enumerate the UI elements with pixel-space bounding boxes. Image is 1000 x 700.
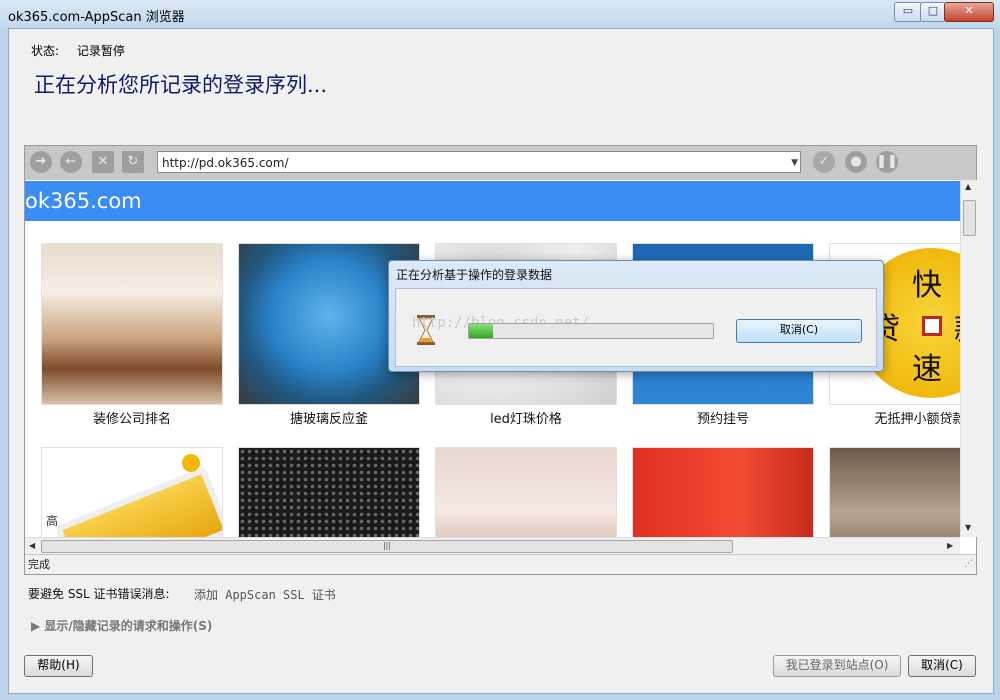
- cancel-button[interactable]: 取消(C): [908, 655, 976, 677]
- add-ssl-cert-link[interactable]: 添加 AppScan SSL 证书: [194, 586, 336, 603]
- help-button[interactable]: 帮助(H): [24, 655, 93, 677]
- chip-image: 高: [41, 447, 223, 537]
- ssl-hint-label: 要避免 SSL 证书错误消息:: [28, 587, 170, 601]
- scroll-left-icon[interactable]: ◀: [29, 541, 35, 550]
- tile-caption: 预约挂号: [696, 412, 749, 427]
- tile-caption: 搪玻璃反应釜: [289, 412, 368, 427]
- login-check-icon[interactable]: ✓: [813, 151, 835, 173]
- tile-renovation[interactable]: 装修公司排名: [41, 243, 223, 427]
- close-button[interactable]: ✕: [944, 2, 994, 22]
- vertical-scroll-thumb[interactable]: [963, 200, 976, 236]
- embedded-browser: ➔ ← ✕ ↻ http://pd.ok365.com/ ▼ ✓ ● ❚❚ ok…: [24, 145, 977, 575]
- coin-char-top: 快: [912, 268, 942, 303]
- progress-bar: [468, 323, 714, 339]
- scroll-right-icon[interactable]: ▶: [947, 541, 953, 550]
- status-row: 状态: 记录暂停: [31, 42, 139, 59]
- horizontal-scroll-thumb[interactable]: |||: [41, 540, 733, 553]
- vertical-scrollbar[interactable]: ▲ ▼: [960, 180, 977, 537]
- gauge-image: [632, 447, 814, 537]
- appscan-browser-window: ok365.com-AppScan 浏览器 ▭ □ ✕ 状态: 记录暂停 正在分…: [0, 0, 1000, 700]
- dialog-body: http://blog.csdn.net/ 取消(C): [395, 288, 877, 367]
- tile-chip[interactable]: 高: [41, 447, 223, 537]
- progress-fill: [469, 324, 494, 338]
- renovation-image: [41, 243, 223, 405]
- browser-statusbar: 完成 ⋰: [25, 554, 976, 574]
- room-2-image: [435, 447, 617, 537]
- browser-viewport[interactable]: ok365.com 装修公司排名 搪玻璃反应釜 led灯珠价格 预约挂号 快 贷…: [25, 180, 960, 537]
- stop-icon[interactable]: ✕: [92, 151, 114, 173]
- go-forward-icon[interactable]: ➔: [30, 151, 52, 173]
- scroll-up-icon[interactable]: ▲: [965, 182, 971, 191]
- horizontal-scrollbar[interactable]: ◀ ||| ▶: [25, 537, 960, 554]
- mesh-image: [238, 447, 420, 537]
- address-bar[interactable]: http://pd.ok365.com/ ▼: [157, 151, 801, 173]
- chip-label: 高: [46, 514, 59, 528]
- logged-in-button[interactable]: 我已登录到站点(O): [773, 655, 901, 677]
- browser-status-text: 完成: [28, 558, 50, 571]
- status-label: 状态:: [31, 44, 60, 58]
- pause-icon[interactable]: ❚❚: [876, 151, 898, 173]
- tile-room-2[interactable]: [435, 447, 617, 537]
- dialog-title: 正在分析基于操作的登录数据: [396, 268, 553, 282]
- record-icon[interactable]: ●: [845, 151, 867, 173]
- toggle-requests-link[interactable]: ▶ 显示/隐藏记录的请求和操作(S): [31, 617, 212, 634]
- coin-char-bottom: 速: [912, 352, 942, 387]
- title-bar[interactable]: ok365.com-AppScan 浏览器 ▭ □ ✕: [0, 0, 1000, 28]
- tile-caption: led灯珠价格: [490, 412, 562, 427]
- refresh-icon[interactable]: ↻: [122, 151, 144, 173]
- chip-graphic: [54, 466, 222, 537]
- room-3-image: [829, 447, 960, 537]
- minimize-button[interactable]: ▭: [894, 2, 922, 22]
- tile-room-3[interactable]: [829, 447, 960, 537]
- chip-logo-icon: [182, 454, 200, 472]
- address-dropdown-icon[interactable]: ▼: [791, 152, 798, 174]
- resize-grip-icon[interactable]: ⋰: [964, 555, 973, 574]
- site-header: ok365.com: [25, 181, 960, 221]
- tile-caption: 无抵押小额贷款: [874, 412, 960, 427]
- tile-mesh[interactable]: [238, 447, 420, 537]
- window-title: ok365.com-AppScan 浏览器: [8, 10, 185, 25]
- dialog-client-area: 状态: 记录暂停 正在分析您所记录的登录序列... ➔ ← ✕ ↻ http:/…: [8, 28, 994, 694]
- analysis-dialog: 正在分析基于操作的登录数据 http://blog.csdn.net/ 取消: [388, 260, 884, 372]
- status-value: 记录暂停: [76, 44, 125, 58]
- maximize-button[interactable]: □: [920, 2, 946, 22]
- scroll-down-icon[interactable]: ▼: [965, 523, 971, 532]
- tile-gauge[interactable]: [632, 447, 814, 537]
- coin-square-hole: [922, 316, 942, 336]
- browser-toolbar: ➔ ← ✕ ↻ http://pd.ok365.com/ ▼ ✓ ● ❚❚: [25, 146, 976, 180]
- back-icon[interactable]: ←: [60, 151, 82, 173]
- tile-caption: 装修公司排名: [92, 412, 171, 427]
- address-text: http://pd.ok365.com/: [162, 156, 289, 170]
- page-heading: 正在分析您所记录的登录序列...: [34, 73, 328, 97]
- dialog-cancel-button[interactable]: 取消(C): [736, 319, 862, 343]
